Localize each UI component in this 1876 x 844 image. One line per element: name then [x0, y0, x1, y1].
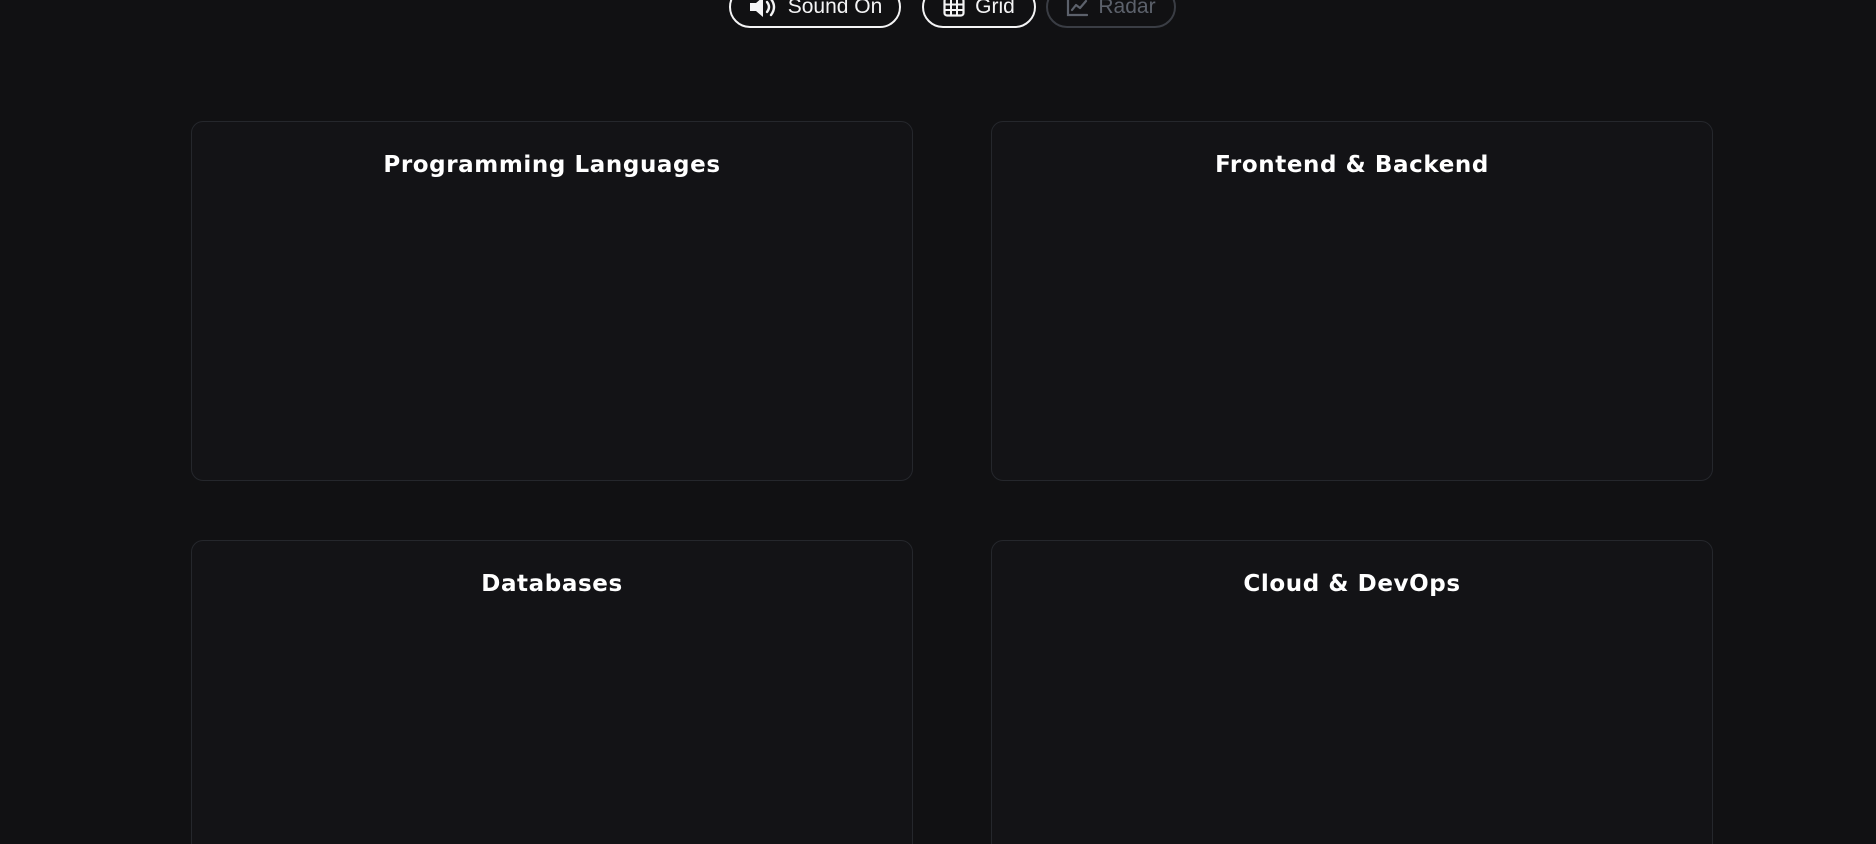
speaker-icon [748, 0, 778, 18]
card-content-area [212, 202, 892, 460]
skill-card-databases: Databases [191, 540, 913, 844]
sound-toggle-button[interactable]: Sound On [729, 0, 901, 28]
radar-view-label: Radar [1098, 0, 1156, 18]
card-content-area [1012, 621, 1692, 844]
card-title: Databases [481, 571, 623, 597]
card-content-area [212, 621, 892, 844]
skill-card-programming-languages: Programming Languages [191, 121, 913, 481]
skill-card-cloud-devops: Cloud & DevOps [991, 540, 1713, 844]
radar-view-button[interactable]: Radar [1046, 0, 1176, 28]
grid-view-button[interactable]: Grid [922, 0, 1036, 28]
card-content-area [1012, 202, 1692, 460]
card-title: Frontend & Backend [1215, 152, 1489, 178]
chart-line-icon [1066, 0, 1089, 17]
grid-view-label: Grid [975, 0, 1015, 18]
sound-toggle-label: Sound On [787, 0, 883, 18]
card-title: Programming Languages [383, 152, 721, 178]
card-title: Cloud & DevOps [1243, 571, 1461, 597]
view-toolbar: Sound On Grid Radar [0, 0, 1876, 30]
skill-card-frontend-backend: Frontend & Backend [991, 121, 1713, 481]
grid-icon [943, 0, 965, 17]
